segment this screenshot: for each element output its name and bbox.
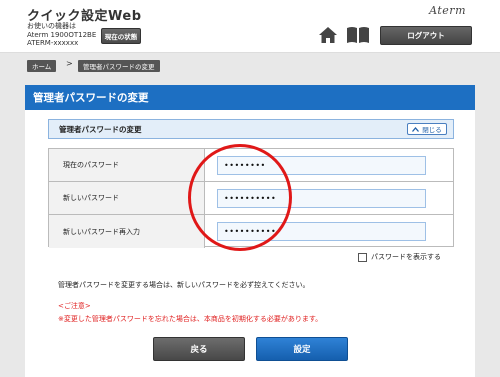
password-form: 現在のパスワード 新しいパスワード 新しいパスワード再入力 xyxy=(48,148,454,248)
logout-button[interactable]: ログアウト xyxy=(380,26,472,45)
show-password-checkbox[interactable] xyxy=(358,252,367,262)
new-password-label: 新しいパスワード xyxy=(49,182,205,214)
submit-button[interactable]: 設定 xyxy=(256,337,348,361)
breadcrumb-home[interactable]: ホーム xyxy=(27,60,57,72)
show-password-toggle[interactable]: パスワードを表示する xyxy=(358,252,441,262)
chevron-up-icon xyxy=(412,126,420,132)
header: クイック設定Web お使いの機器は Aterm 1900OT12BE ATERM… xyxy=(0,0,500,52)
show-password-label: パスワードを表示する xyxy=(371,253,441,261)
current-status-button[interactable]: 現在の状態 xyxy=(101,28,141,44)
section-title: 管理者パスワードの変更 xyxy=(59,125,142,134)
device-info-name: ATERM-xxxxxx xyxy=(27,39,79,47)
brand-logo: Aterm xyxy=(429,4,466,17)
section-header: 管理者パスワードの変更 閉じる xyxy=(48,119,454,139)
form-row-new-password: 新しいパスワード xyxy=(49,182,453,215)
page-title: 管理者パスワードの変更 xyxy=(25,85,475,110)
breadcrumb-current: 管理者パスワードの変更 xyxy=(78,60,160,72)
current-password-input[interactable] xyxy=(217,156,426,175)
form-row-confirm-password: 新しいパスワード再入力 xyxy=(49,215,453,248)
back-button[interactable]: 戻る xyxy=(153,337,245,361)
password-notice: 管理者パスワードを変更する場合は、新しいパスワードを必ず控えてください。 xyxy=(58,281,310,289)
book-icon[interactable] xyxy=(345,25,371,45)
home-icon[interactable] xyxy=(318,25,338,45)
breadcrumb: ホーム > 管理者パスワードの変更 xyxy=(0,52,500,76)
caution-text: ※変更した管理者パスワードを忘れた場合は、本商品を初期化する必要があります。 xyxy=(58,315,323,323)
device-info: お使いの機器は Aterm 1900OT12BE ATERM-xxxxxx xyxy=(27,22,96,48)
new-password-input[interactable] xyxy=(217,189,426,208)
form-row-current-password: 現在のパスワード xyxy=(49,149,453,182)
current-password-label: 現在のパスワード xyxy=(49,149,205,181)
confirm-password-label: 新しいパスワード再入力 xyxy=(49,215,205,248)
device-info-model: Aterm 1900OT12BE xyxy=(27,30,97,39)
caution-heading: <ご注意> xyxy=(58,302,91,310)
collapse-label: 閉じる xyxy=(422,126,442,134)
collapse-button[interactable]: 閉じる xyxy=(407,123,447,135)
confirm-password-input[interactable] xyxy=(217,222,426,241)
breadcrumb-separator: > xyxy=(66,59,73,68)
device-info-line1: お使いの機器は xyxy=(27,22,76,30)
